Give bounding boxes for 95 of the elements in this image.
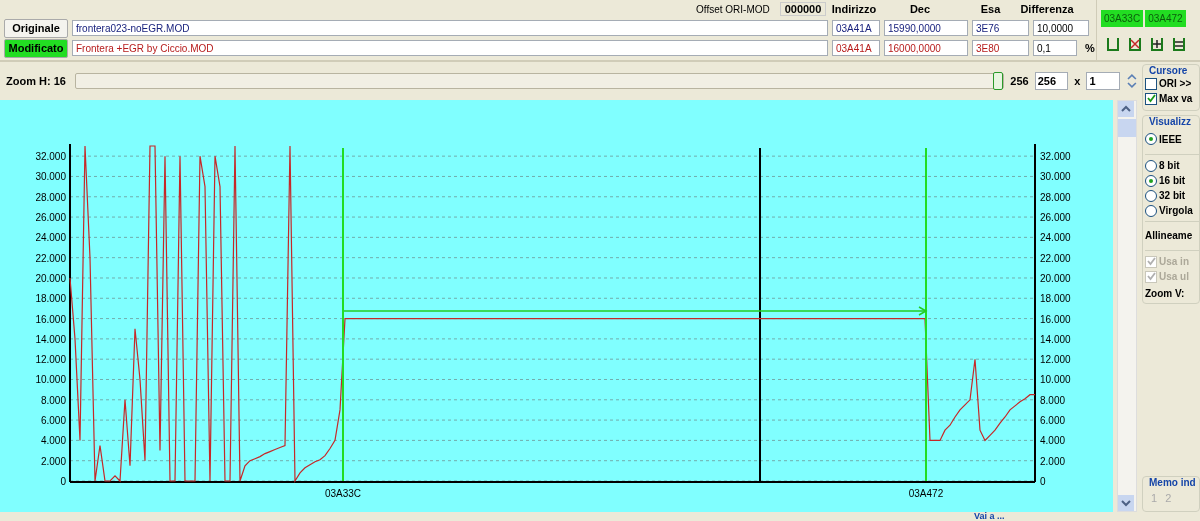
y-axis-label: 20.000 [35, 272, 66, 284]
zoom-slider[interactable] [75, 73, 1005, 89]
marker-label: 03A33C [324, 488, 362, 499]
vertical-scrollbar[interactable] [1117, 100, 1137, 512]
marker-tool-icon[interactable] [1149, 36, 1165, 52]
decimal-field[interactable]: 15990,0000 [884, 20, 968, 36]
column-header: Esa [979, 3, 1002, 15]
radio-label: Virgola [1159, 205, 1193, 216]
alignment-label: Allineame [1145, 229, 1194, 243]
checkbox[interactable] [1145, 92, 1157, 105]
address-field[interactable]: 03A41A [832, 40, 880, 56]
y-axis-label: 32.000 [1040, 151, 1071, 162]
radio-label: 8 bit [1159, 160, 1180, 171]
y-axis-label: 12.000 [1040, 354, 1071, 366]
y-axis-label: 10.000 [1040, 374, 1071, 386]
address-field[interactable]: 03A41A [832, 20, 880, 36]
times-label: x [1074, 75, 1081, 87]
y-axis-label: 16.000 [35, 313, 66, 325]
marker-label: 03A472 [908, 488, 944, 499]
y-axis-label: 24.000 [1040, 232, 1071, 244]
y-axis-label: 32.000 [35, 151, 66, 163]
marker-tool-icon[interactable] [1171, 36, 1187, 52]
file-name-field[interactable]: Frontera +EGR by Ciccio.MOD [72, 40, 828, 56]
checkbox-label: Usa in [1159, 256, 1189, 267]
scrollbar-thumb[interactable] [1118, 119, 1136, 137]
group-title: Memo ind [1149, 477, 1197, 488]
y-axis-label: 28.000 [1040, 191, 1071, 203]
radio-label: 16 bit [1159, 175, 1186, 186]
y-axis-label: 18.000 [35, 293, 66, 305]
y-axis-label: 22.000 [1040, 252, 1071, 264]
offset-label: Offset ORI-MOD [696, 3, 771, 15]
y-axis-label: 2.000 [1040, 455, 1066, 467]
y-axis-label: 18.000 [1040, 293, 1071, 305]
y-axis-label: 6.000 [40, 415, 66, 427]
y-axis-label: 30.000 [1040, 171, 1071, 183]
goto-label: Vai a ... [974, 512, 1005, 521]
file-name-field[interactable]: frontera023-noEGR.MOD [72, 20, 828, 36]
hex-field[interactable]: 3E80 [972, 40, 1029, 56]
y-axis-label: 30.000 [35, 171, 66, 183]
checkbox[interactable] [1145, 77, 1157, 90]
checkbox-label: Max va [1159, 93, 1193, 104]
y-axis-label: 0 [1040, 476, 1046, 487]
selection-address: 03A33C [1101, 10, 1144, 27]
offset-value: 000000 [780, 2, 826, 16]
checkbox-label: Usa ul [1159, 271, 1189, 282]
radio-button[interactable] [1145, 189, 1157, 202]
file-button[interactable]: Originale [4, 18, 68, 38]
y-axis-label: 20.000 [1040, 272, 1071, 284]
checkbox-label: ORI >> [1159, 78, 1192, 89]
column-header: Indirizzo [830, 3, 878, 15]
scroll-up-icon[interactable] [1118, 101, 1134, 117]
decimal-field[interactable]: 16000,0000 [884, 40, 968, 56]
hex-field[interactable]: 3E76 [972, 20, 1029, 36]
y-axis-label: 8.000 [40, 394, 66, 406]
y-axis-label: 6.000 [1040, 415, 1066, 427]
radio-button[interactable] [1145, 174, 1157, 187]
multiplier-field[interactable]: 1 [1086, 72, 1121, 90]
difference-field[interactable]: 10,0000 [1033, 20, 1089, 36]
marker-tool-icon[interactable] [1105, 36, 1121, 52]
marker-tool-icon[interactable] [1127, 36, 1143, 52]
y-axis-label: 10.000 [35, 374, 66, 386]
zoom-v-label: Zoom V: [1145, 288, 1186, 299]
scroll-down-icon[interactable] [1118, 495, 1134, 511]
radio-label: IEEE [1159, 133, 1182, 145]
radio-button[interactable] [1145, 204, 1157, 217]
y-axis-label: 12.000 [35, 354, 66, 366]
y-axis-label: 24.000 [35, 232, 66, 244]
slider-thumb[interactable] [993, 72, 1004, 90]
column-header: Differenza [1019, 3, 1075, 15]
y-axis-label: 0 [60, 476, 66, 487]
y-axis-label: 16.000 [1040, 313, 1071, 325]
radio-button[interactable] [1145, 133, 1157, 145]
y-axis-label: 14.000 [35, 333, 66, 345]
y-axis-label: 26.000 [35, 212, 66, 224]
y-axis-label: 28.000 [35, 191, 66, 203]
percent-label: % [1085, 42, 1095, 54]
y-axis-label: 22.000 [35, 252, 66, 264]
zoom-field[interactable]: 256 [1034, 72, 1069, 90]
y-axis-label: 26.000 [1040, 211, 1071, 223]
file-button[interactable]: Modificato [4, 38, 68, 58]
spinner-icon[interactable] [1126, 71, 1138, 91]
radio-label: 32 bit [1159, 190, 1186, 201]
y-axis-label: 4.000 [1040, 435, 1066, 447]
column-header: Dec [908, 3, 932, 15]
y-axis-label: 4.000 [40, 435, 66, 447]
zoom-label: Zoom H: 16 [6, 75, 67, 87]
selection-address: 03A472 [1145, 10, 1186, 27]
y-axis-label: 2.000 [40, 455, 66, 467]
radio-button[interactable] [1145, 159, 1157, 172]
difference-field[interactable]: 0,1 [1033, 40, 1077, 56]
y-axis-label: 8.000 [1040, 394, 1066, 406]
zoom-reading: 256 [1010, 75, 1029, 87]
group-title: Visualizz [1149, 116, 1193, 127]
group-title: Cursore [1149, 65, 1189, 76]
y-axis-label: 14.000 [1040, 333, 1071, 345]
